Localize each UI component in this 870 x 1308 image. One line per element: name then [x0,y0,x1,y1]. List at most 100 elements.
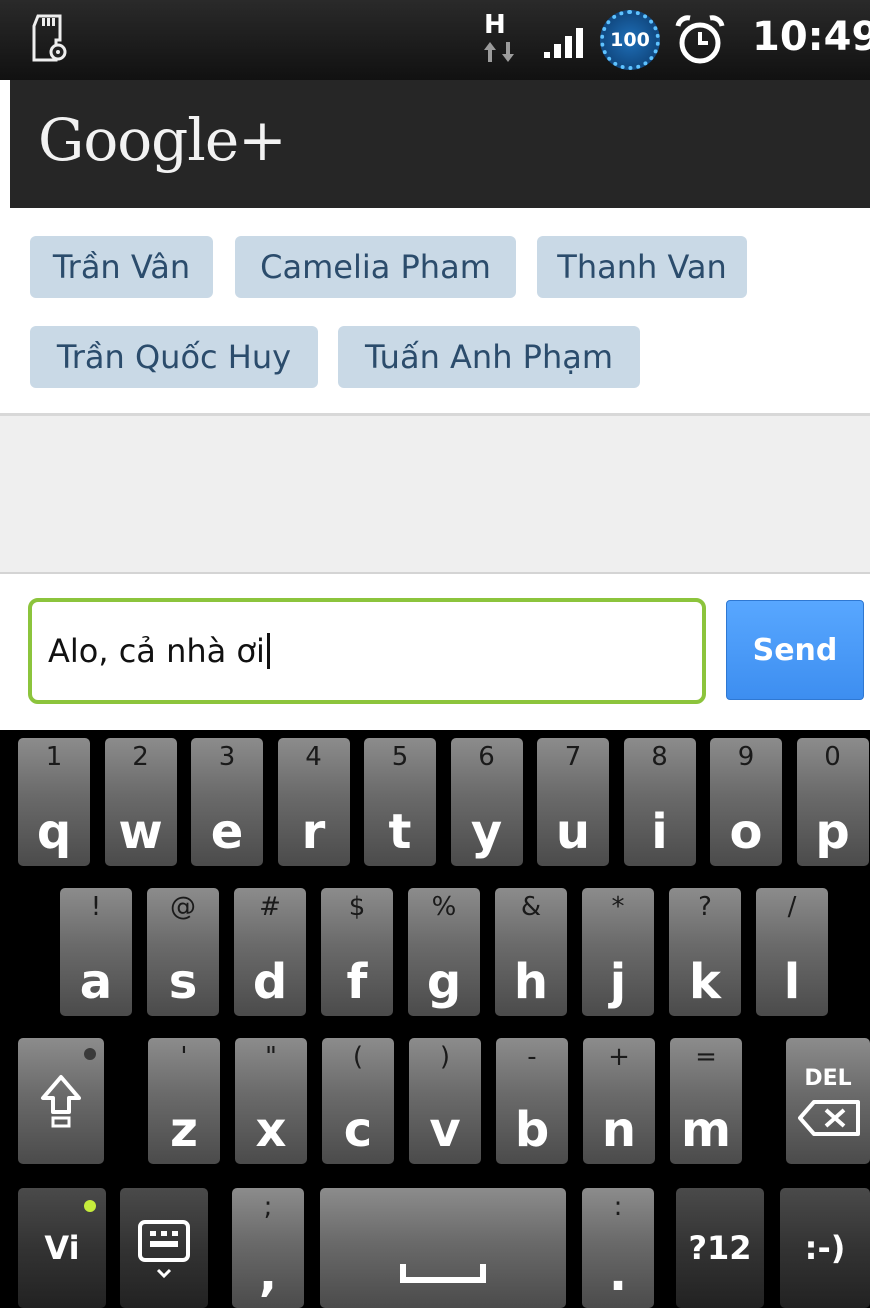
recipient-list: Trần Vân Camelia Pham Thanh Van Trần Quố… [0,208,870,415]
recipient-chip[interactable]: Tuấn Anh Phạm [338,326,640,388]
compose-bar: Alo, cả nhà ơi Send [0,574,870,730]
key-hint: $ [348,892,366,922]
key-q[interactable]: 1q [18,738,90,866]
shift-icon [41,1075,81,1128]
key-hint: / [787,892,797,922]
key-label: x [255,1102,287,1158]
key-z[interactable]: ' z [148,1038,220,1164]
key-label: s [168,954,198,1010]
key-n[interactable]: + n [583,1038,655,1164]
text-cursor [266,633,270,669]
key-label: n [601,1102,637,1158]
key-a[interactable]: ! a [60,888,132,1016]
key-hint: ( [352,1042,364,1072]
key-w[interactable]: 2w [104,738,177,866]
key-s[interactable]: @ s [147,888,219,1016]
space-key[interactable] [320,1188,566,1308]
key-e[interactable]: 3e [191,738,263,866]
key-o[interactable]: 9o [710,738,782,866]
key-label: e [210,804,244,860]
key-hint: @ [170,892,196,922]
key-f[interactable]: $ f [321,888,393,1016]
key-i[interactable]: 8i [623,738,696,866]
app-title: Google+ [38,106,287,174]
key-p[interactable]: 0p [796,738,869,866]
key-label: u [555,804,591,860]
recipient-chip[interactable]: Thanh Van [537,236,747,298]
key-label: r [301,804,326,860]
conversation-area[interactable] [0,416,870,574]
keyboard-settings-key[interactable] [120,1188,208,1308]
key-h[interactable]: & h [495,888,567,1016]
key-hint: 9 [737,742,755,772]
key-g[interactable]: % g [408,888,480,1016]
key-label: , [258,1246,278,1302]
battery-level: 100 [610,29,650,51]
key-hint: ; [263,1192,273,1222]
key-u[interactable]: 7u [537,738,609,866]
period-key[interactable]: : . [582,1188,654,1308]
smiley-label: :-) [804,1229,846,1267]
key-x[interactable]: " x [235,1038,307,1164]
key-label: t [388,804,412,860]
key-label: v [429,1102,461,1158]
backspace-icon [798,1100,860,1136]
key-hint: : [613,1192,623,1222]
symbols-key[interactable]: ?12 [676,1188,764,1308]
key-label: m [680,1102,731,1158]
language-key[interactable]: Vi [18,1188,106,1308]
smiley-key[interactable]: :-) [780,1188,870,1308]
key-j[interactable]: * j [582,888,654,1016]
network-arrows-icon [484,42,514,62]
key-c[interactable]: (c [322,1038,394,1164]
key-hint: " [265,1042,277,1072]
message-input[interactable]: Alo, cả nhà ơi [28,598,706,704]
recipient-chip[interactable]: Trần Vân [30,236,213,298]
key-label: p [815,804,850,860]
key-hint: + [608,1042,630,1072]
key-hint: 3 [218,742,236,772]
key-hint: - [527,1042,537,1072]
key-hint: 5 [391,742,409,772]
key-label: f [346,954,368,1010]
key-label: d [252,954,288,1010]
key-y[interactable]: 6y [450,738,523,866]
shift-lock-indicator [84,1048,96,1060]
key-label: b [514,1102,550,1158]
key-d[interactable]: # d [234,888,306,1016]
key-hint: ' [180,1042,188,1072]
key-hint: 0 [824,742,841,772]
shift-key[interactable] [18,1038,104,1164]
key-hint: 6 [478,742,495,772]
key-hint: & [520,892,542,922]
key-k[interactable]: ? k [669,888,741,1016]
message-text: Alo, cả nhà ơi [48,632,265,670]
key-l[interactable]: / l [756,888,828,1016]
recipient-chip[interactable]: Trần Quốc Huy [30,326,318,388]
key-b[interactable]: -b [496,1038,568,1164]
key-label: . [608,1246,628,1302]
recipient-chip[interactable]: Camelia Pham [235,236,516,298]
key-m[interactable]: = m [670,1038,742,1164]
key-label: h [513,954,549,1010]
comma-key[interactable]: ; , [232,1188,304,1308]
key-hint: 2 [132,742,149,772]
key-t[interactable]: 5t [364,738,436,866]
key-label: j [609,954,627,1010]
key-label: i [651,804,668,860]
key-hint: = [695,1042,717,1072]
key-r[interactable]: 4r [277,738,350,866]
key-label: y [470,804,503,860]
key-v[interactable]: ) v [409,1038,481,1164]
send-button[interactable]: Send [726,600,864,700]
key-label: l [783,954,801,1010]
key-hint: 8 [651,742,668,772]
key-hint: % [431,892,457,922]
symbols-label: ?12 [688,1229,752,1267]
key-hint: 4 [305,742,322,772]
key-hint: * [611,892,625,922]
key-label: g [426,954,462,1010]
delete-key[interactable]: DEL [786,1038,870,1164]
language-label: Vi [44,1229,80,1267]
key-label: a [79,954,113,1010]
